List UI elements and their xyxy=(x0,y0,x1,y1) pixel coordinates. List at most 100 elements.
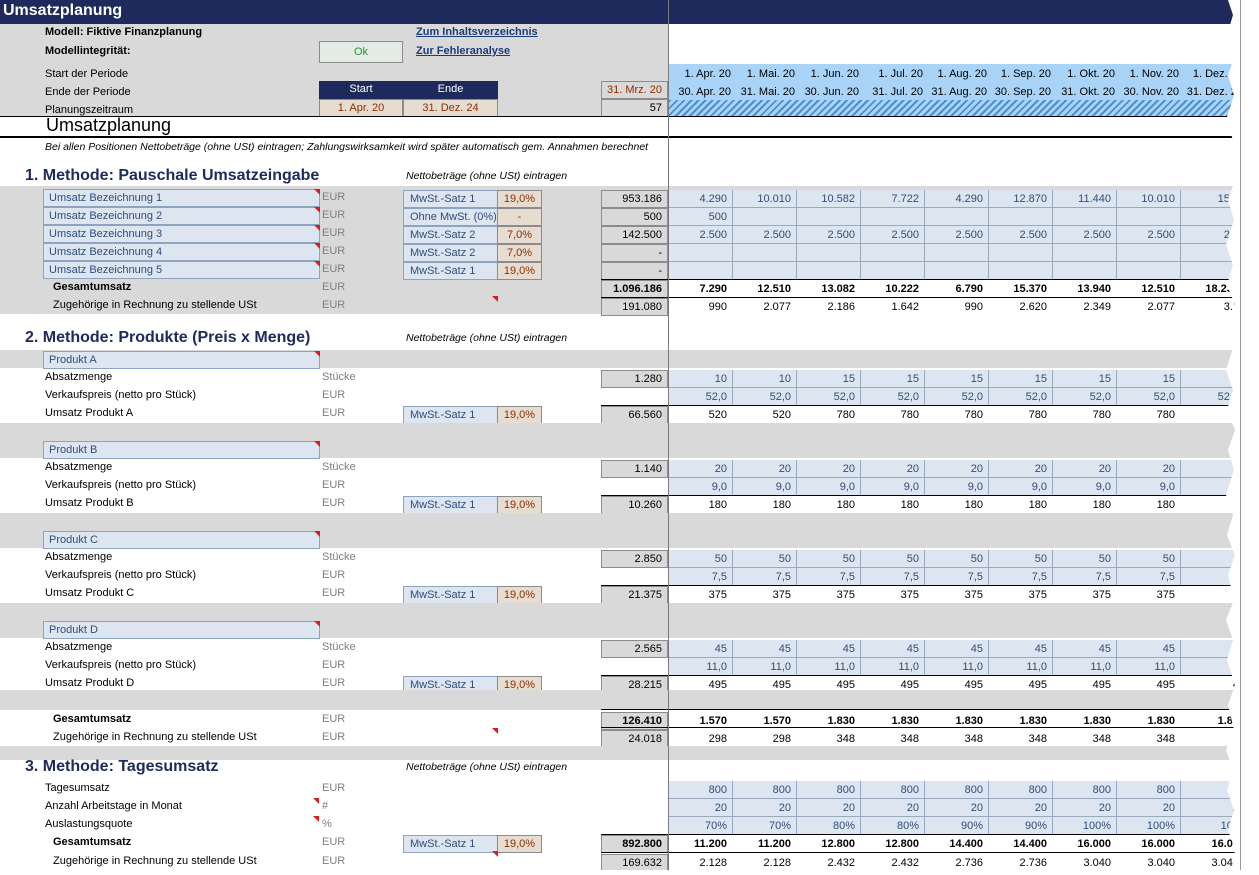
vat-select[interactable]: MwSt.-Satz 1 xyxy=(403,406,498,424)
ust-value: 348 xyxy=(900,733,919,745)
start-date-input[interactable]: 1. Apr. 20 xyxy=(319,99,403,117)
ust-label: Zugehörige in Rechnung zu stellende USt xyxy=(53,855,257,867)
freeze-pane-divider xyxy=(668,0,669,870)
revenue-input-cell: 4.290 xyxy=(955,193,983,205)
month-start-header: 1. Nov. 20 xyxy=(1129,68,1179,80)
unit-label: EUR xyxy=(322,245,346,257)
vat-select[interactable]: Ohne MwSt. (0%) xyxy=(403,208,498,226)
end-date-input[interactable]: 31. Dez. 24 xyxy=(403,99,498,117)
unit-label: Stücke xyxy=(322,641,356,653)
product-revenue-label: Umsatz Produkt D xyxy=(45,677,135,689)
product-name-input[interactable]: Produkt B xyxy=(43,441,320,459)
ust-value: 348 xyxy=(1092,733,1111,745)
undefined xyxy=(601,585,1240,586)
product-revenue-value: 180 xyxy=(1028,499,1047,511)
sheet-title: Umsatzplanung xyxy=(3,2,123,19)
ust-value: 348 xyxy=(1028,733,1047,745)
product-name-input[interactable]: Produkt A xyxy=(43,351,320,369)
ust-value: 3.040 xyxy=(1147,857,1175,869)
vat-select[interactable]: MwSt.-Satz 2 xyxy=(403,226,498,244)
row-total: 10.260 xyxy=(601,496,668,514)
comment-marker xyxy=(314,243,320,249)
vat-select[interactable]: MwSt.-Satz 1 xyxy=(403,586,498,604)
gray-band xyxy=(0,423,1240,440)
revenue-label-input[interactable]: Umsatz Bezeichnung 4 xyxy=(43,243,320,261)
price-label: Verkaufspreis (netto pro Stück) xyxy=(45,479,197,491)
ust-value: 348 xyxy=(836,733,855,745)
col-grid xyxy=(1052,262,1053,280)
price-input-cell: 11,0 xyxy=(706,661,727,673)
vat-select[interactable]: MwSt.-Satz 1 xyxy=(403,262,498,280)
revenue-label-input[interactable]: Umsatz Bezeichnung 1 xyxy=(43,189,320,207)
revenue-label-input[interactable]: Umsatz Bezeichnung 5 xyxy=(43,261,320,279)
toc-link[interactable]: Zum Inhaltsverzeichnis xyxy=(416,26,538,38)
daily-revenue-input: 800 xyxy=(772,784,791,796)
row-total: 66.560 xyxy=(601,406,668,424)
col-grid xyxy=(1052,244,1053,262)
ust-value: 2.736 xyxy=(955,857,983,869)
error-analysis-link[interactable]: Zur Fehleranalyse xyxy=(416,45,510,57)
unit-label: EUR xyxy=(322,836,346,848)
unit-label: Stücke xyxy=(322,461,356,473)
daily-revenue-input: 800 xyxy=(836,784,855,796)
utilization-input: 90% xyxy=(960,820,983,832)
utilization-input: 70% xyxy=(704,820,727,832)
utilization-input: 90% xyxy=(1024,820,1047,832)
price-input-cell: 11,0 xyxy=(1154,661,1175,673)
quantity-label: Absatzmenge xyxy=(45,371,113,383)
total-value: 1.830 xyxy=(827,715,855,727)
col-grid xyxy=(796,208,797,226)
revenue-input-cell: 2.500 xyxy=(1083,229,1111,241)
price-input-cell: 11,0 xyxy=(1090,661,1111,673)
gesamtumsatz-label: Gesamtumsatz xyxy=(53,836,132,848)
revenue-input-cell: 12.870 xyxy=(1013,193,1047,205)
daily-revenue-input: 800 xyxy=(1028,784,1047,796)
month-end-header: 31. Okt. 20 xyxy=(1061,86,1115,98)
month-end-header: 30. Sep. 20 xyxy=(994,86,1051,98)
comment-marker xyxy=(314,189,320,195)
quantity-input-cell: 15 xyxy=(1098,373,1111,385)
vat-select[interactable]: MwSt.-Satz 1 xyxy=(403,190,498,208)
vat-rate: 19,0% xyxy=(497,262,542,280)
product-revenue-value: 780 xyxy=(900,409,919,421)
revenue-label-input[interactable]: Umsatz Bezeichnung 2 xyxy=(43,207,320,225)
quantity-input-cell: 45 xyxy=(778,643,791,655)
product-revenue-value: 780 xyxy=(1028,409,1047,421)
total-value: 10.222 xyxy=(885,283,919,295)
price-input-cell: 7,5 xyxy=(1159,571,1175,583)
unit-label: EUR xyxy=(322,191,346,203)
working-days-input: 20 xyxy=(1098,802,1111,814)
product-revenue-label: Umsatz Produkt B xyxy=(45,497,134,509)
ust-value: 298 xyxy=(772,733,791,745)
revenue-input-cell: 2.500 xyxy=(1019,229,1047,241)
unit-label: EUR xyxy=(322,281,346,293)
vat-rate: 19,0% xyxy=(497,586,542,604)
daily-revenue-input: 800 xyxy=(900,784,919,796)
product-name-input[interactable]: Produkt C xyxy=(43,531,320,549)
quantity-input-cell: 50 xyxy=(970,553,983,565)
month-start-header: 1. Jul. 20 xyxy=(878,68,923,80)
price-input-cell: 9,0 xyxy=(1031,481,1047,493)
product-revenue-value: 375 xyxy=(1092,589,1111,601)
price-input-cell: 11,0 xyxy=(770,661,791,673)
col-grid xyxy=(1180,658,1181,676)
ust-value: 2.432 xyxy=(891,857,919,869)
unit-label: EUR xyxy=(322,389,346,401)
unit-label: Stücke xyxy=(322,371,356,383)
total-value: 1.830 xyxy=(1147,715,1175,727)
product-revenue-value: 780 xyxy=(1092,409,1111,421)
quantity-input-cell: 15 xyxy=(1162,373,1175,385)
col-grid xyxy=(924,244,925,262)
col-grid xyxy=(1180,262,1181,280)
product-name-input[interactable]: Produkt D xyxy=(43,621,320,639)
gray-band xyxy=(0,513,1240,530)
vat-select[interactable]: MwSt.-Satz 1 xyxy=(403,835,498,853)
start-header: Start xyxy=(319,81,403,99)
vat-select[interactable]: MwSt.-Satz 2 xyxy=(403,244,498,262)
section-3-title: 3. Methode: Tagesumsatz xyxy=(25,758,219,775)
revenue-label-input[interactable]: Umsatz Bezeichnung 3 xyxy=(43,225,320,243)
vat-select[interactable]: MwSt.-Satz 1 xyxy=(403,496,498,514)
vat-rate: 7,0% xyxy=(497,226,542,244)
quantity-input-cell: 45 xyxy=(970,643,983,655)
total-value: 1.570 xyxy=(699,715,727,727)
